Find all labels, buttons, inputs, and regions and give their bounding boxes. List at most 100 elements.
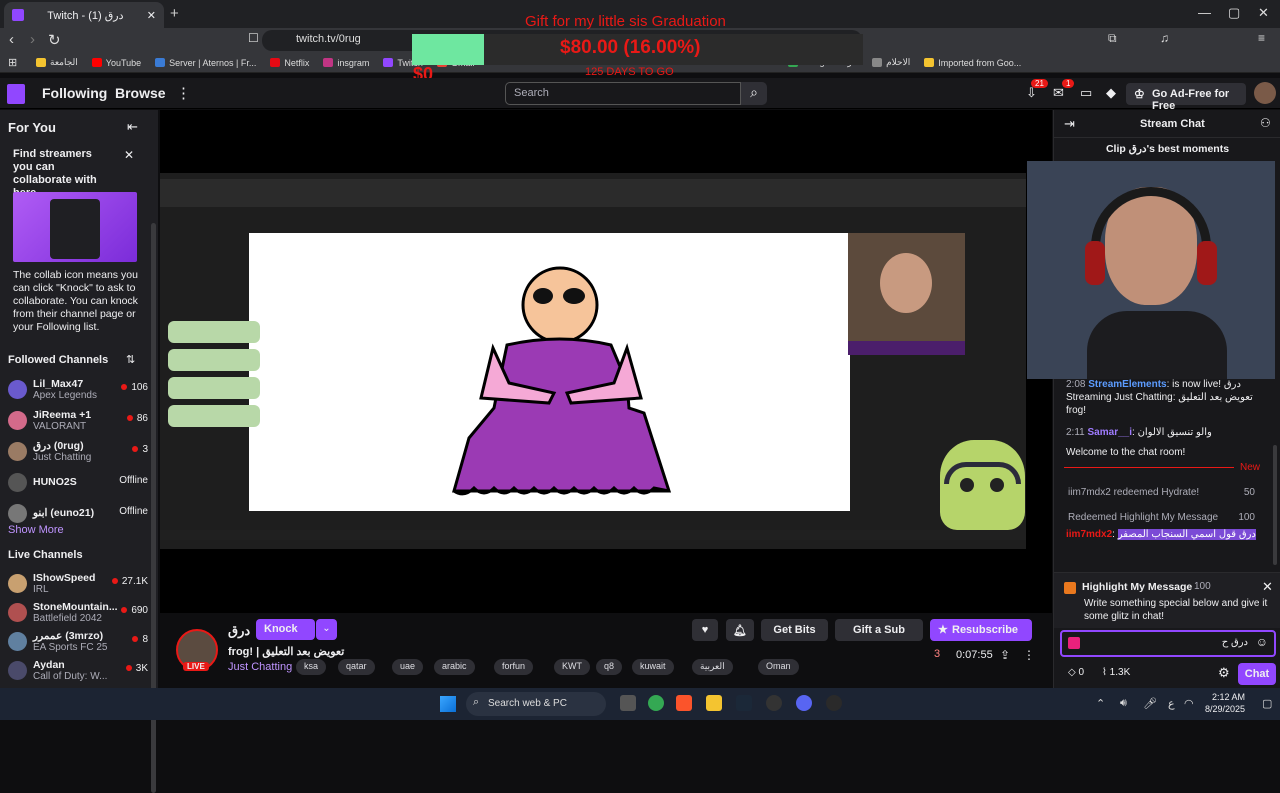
followed-channel-item[interactable]: درق (0rug) Just Chatting 3 [8,440,148,466]
channel-name: درق (0rug) [33,440,84,452]
stream-tag[interactable]: arabic [434,659,475,675]
stream-tag[interactable]: kuwait [632,659,674,675]
menu-icon[interactable]: ≡ [1258,31,1265,45]
message-user[interactable]: StreamElements [1088,379,1166,390]
search-input[interactable]: Search [505,82,741,105]
stream-category[interactable]: Just Chatting [228,661,292,673]
notification-bell-icon[interactable]: 🔔︎ [726,619,754,641]
extensions-icon[interactable]: ⧉ [1108,31,1117,46]
brave-icon[interactable] [676,695,692,711]
sort-icon[interactable]: ⇅ [126,353,135,366]
tray-chevron-icon[interactable]: ⌃ [1096,697,1105,710]
bookmark-item[interactable]: Netflix [270,58,309,68]
knock-button[interactable]: Knock [256,619,315,640]
stream-tag[interactable]: uae [392,659,424,675]
stream-tag[interactable]: Oman [758,659,799,675]
message-user[interactable]: iim7mdx2 [1066,529,1112,540]
notifications-icon[interactable]: ✉ [1053,85,1064,101]
search-icon: ⌕ [473,696,480,708]
stream-tag[interactable]: KWT [554,659,590,675]
share-icon[interactable]: ⇪ [1000,648,1010,662]
media-icon[interactable]: ♫ [1160,31,1169,45]
back-icon[interactable]: ‹ [9,31,14,48]
message-user[interactable]: Samar__i [1088,427,1132,438]
gift-sub-button[interactable]: Gift a Sub [835,619,923,641]
chat-scrollbar[interactable] [1273,445,1277,565]
stream-tag[interactable]: q8 [596,659,623,675]
taskbar-clock[interactable]: 2:12 AM 8/29/2025 [1205,691,1245,715]
bookmark-item[interactable]: الجامعة [36,57,78,68]
volume-icon[interactable]: 🔊︎ [1120,697,1127,710]
knock-dropdown-icon[interactable]: ⌄ [316,619,337,640]
get-bits-button[interactable]: Get Bits [761,619,828,641]
live-channel-item[interactable]: IShowSpeed IRL 27.1K [8,572,148,598]
collapse-sidebar-icon[interactable]: ⇤ [127,119,138,135]
community-icon[interactable]: ⚇ [1260,116,1271,130]
bookmark-item[interactable]: الاحلام [872,57,910,68]
bookmark-icon[interactable]: ☐ [248,31,259,45]
nav-browse[interactable]: Browse [115,85,166,101]
twitch-logo-icon[interactable] [7,84,25,104]
notification-center-icon[interactable]: ▢ [1262,697,1272,710]
live-channel-item[interactable]: StoneMountain... Battlefield 2042 690 [8,601,148,627]
go-ad-free-button[interactable]: ♔ Go Ad-Free for Free [1126,83,1246,112]
channel-name[interactable]: درق [228,623,250,639]
live-channel-item[interactable]: Aydan Call of Duty: W... 3K [8,659,148,685]
bits-balance[interactable]: ◇ 0 [1068,667,1084,678]
task-view-icon[interactable] [620,695,636,711]
language-indicator[interactable]: ع [1168,697,1175,710]
stream-tag[interactable]: ksa [296,659,327,675]
clip-banner[interactable]: Clip درق's best moments [1054,139,1280,159]
discord-icon[interactable] [796,695,812,711]
stream-tag[interactable]: العربية [692,659,733,675]
stream-tag[interactable]: forfun [494,659,534,675]
taskbar-search[interactable]: ⌕ Search web & PC [466,692,606,716]
resubscribe-button[interactable]: ★ Resubscribe [930,619,1032,641]
close-highlight-icon[interactable]: ✕ [1262,579,1273,595]
forward-icon[interactable]: › [30,31,35,48]
wifi-icon[interactable]: ◠ [1184,697,1194,710]
chat-send-button[interactable]: Chat [1238,663,1276,685]
bookmark-item[interactable]: insgram [323,58,369,68]
user-avatar[interactable] [1254,82,1276,104]
browser-tab[interactable]: Twitch - درق (1) ✕ [4,2,164,28]
close-window-icon[interactable]: ✕ [1258,5,1269,21]
chrome-icon[interactable] [648,695,664,711]
chat-settings-icon[interactable]: ⚙ [1218,665,1230,681]
chat-panel: ⇥ Stream Chat ⚇ Clip درق's best moments … [1027,110,1280,688]
app-icon[interactable] [766,695,782,711]
chat-input[interactable]: درق ح ☺ [1060,630,1276,657]
bookmark-item[interactable]: Imported from Goo... [924,58,1021,68]
bookmark-item[interactable]: Server | Aternos | Fr... [155,58,256,68]
bits-icon[interactable]: ◆ [1106,85,1116,101]
windows-start-icon[interactable] [440,696,456,712]
follow-heart-icon[interactable]: ♥ [692,619,718,641]
more-options-icon[interactable]: ⋮ [1023,648,1035,662]
stream-tag[interactable]: qatar [338,659,375,675]
obs-icon[interactable] [826,695,842,711]
whispers-icon[interactable]: ▭ [1080,85,1092,101]
reload-icon[interactable]: ↻ [48,31,61,49]
followed-channel-item[interactable]: HUNO2S Offline [8,471,148,497]
apps-icon[interactable]: ⊞ [8,56,17,69]
bookmark-item[interactable]: YouTube [91,58,141,68]
followed-channel-item[interactable]: Lil_Max47 Apex Legends 106 [8,378,148,404]
followed-channel-item[interactable]: ابنو (euno21) Offline [8,502,148,528]
minimize-icon[interactable]: — [1198,5,1211,20]
close-promo-icon[interactable]: ✕ [124,148,134,162]
live-channel-item[interactable]: عممرر (3mrzo) EA Sports FC 25 8 [8,630,148,656]
close-tab-icon[interactable]: ✕ [147,9,156,22]
collapse-chat-icon[interactable]: ⇥ [1064,116,1075,132]
search-icon[interactable]: ⌕ [741,82,767,105]
emote-picker-icon[interactable]: ☺ [1256,635,1268,649]
channel-points[interactable]: ⌇ 1.3K [1102,667,1130,678]
file-explorer-icon[interactable] [706,695,722,711]
mic-icon[interactable]: 🎤︎ [1143,697,1157,710]
maximize-icon[interactable]: ▢ [1228,5,1240,21]
more-icon[interactable]: ⋮ [176,84,191,102]
new-label: New [1240,462,1261,473]
followed-channel-item[interactable]: JiReema +1 VALORANT 86 [8,409,148,435]
steam-icon[interactable] [736,695,752,711]
new-tab-icon[interactable]: + [170,5,179,22]
nav-following[interactable]: Following [42,85,107,101]
